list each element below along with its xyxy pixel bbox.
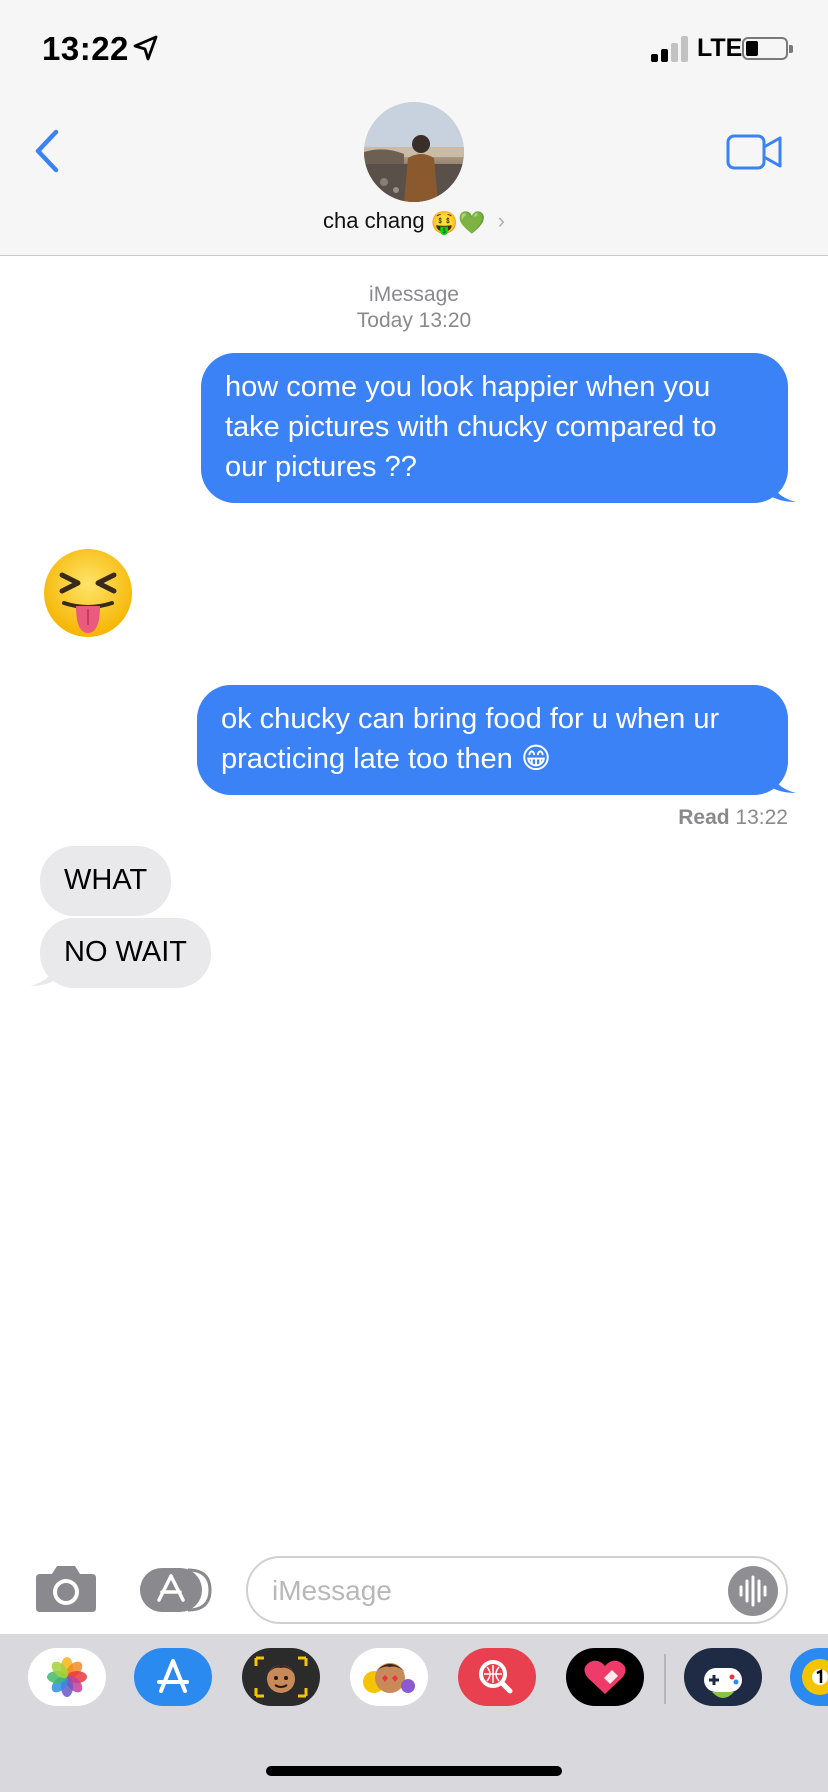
message-text: WHAT <box>64 864 148 896</box>
contact-avatar[interactable] <box>364 102 464 202</box>
battery-icon <box>742 37 793 60</box>
read-receipt: Read 13:22 <box>678 806 788 830</box>
imessage-app-drawer <box>0 1634 828 1792</box>
memoji-stickers-icon[interactable] <box>350 1648 428 1706</box>
avatar-photo <box>364 102 464 202</box>
bubble-tail <box>768 474 796 502</box>
camera-icon[interactable] <box>34 1562 98 1614</box>
home-indicator <box>266 1766 562 1776</box>
read-time: 13:22 <box>735 806 788 829</box>
contact-emojis: 🤑💚 <box>430 211 486 236</box>
message-outgoing[interactable]: ok chucky can bring food for u when ur p… <box>197 685 788 795</box>
photos-icon[interactable] <box>28 1648 106 1706</box>
cellular-signal-icon <box>651 36 689 62</box>
app-store-icon[interactable] <box>134 1648 212 1706</box>
app-store-icon[interactable] <box>138 1566 214 1614</box>
game-pigeon-icon[interactable] <box>684 1648 762 1706</box>
bubble-tail <box>768 765 796 793</box>
service-label: iMessage <box>369 283 459 306</box>
message-outgoing[interactable]: how come you look happier when you take … <box>201 353 788 503</box>
memoji-camera-icon[interactable] <box>242 1648 320 1706</box>
location-arrow-icon <box>133 35 158 61</box>
drawer-divider <box>664 1654 666 1704</box>
message-incoming[interactable]: WHAT <box>40 846 172 916</box>
contact-name-row[interactable]: cha chang 🤑💚 › <box>0 208 828 236</box>
message-text: NO WAIT <box>64 936 187 968</box>
chevron-right-icon: › <box>497 208 505 233</box>
thread-timestamp: Today 13:20 <box>356 309 472 332</box>
squinting-tongue-emoji[interactable] <box>40 545 136 641</box>
back-chevron-icon[interactable] <box>28 126 68 176</box>
thread-meta: iMessage Today 13:20 <box>0 282 828 334</box>
image-search-icon[interactable] <box>458 1648 536 1706</box>
facetime-video-icon[interactable] <box>726 133 782 171</box>
status-time: 13:22 <box>42 30 129 67</box>
message-input[interactable] <box>272 1572 692 1610</box>
message-text: how come you look happier when you take … <box>225 371 717 483</box>
pool-game-icon[interactable] <box>790 1648 828 1706</box>
conversation-header: 13:22 LTE cha chang 🤑💚 › <box>0 0 828 256</box>
network-type: LTE <box>697 34 743 62</box>
audio-message-button[interactable] <box>728 1566 778 1616</box>
message-text: ok chucky can bring food for u when ur p… <box>221 703 720 775</box>
contact-name: cha chang <box>323 208 425 233</box>
read-label: Read <box>678 806 730 829</box>
bubble-tail <box>30 958 58 986</box>
digital-touch-icon[interactable] <box>566 1648 644 1706</box>
message-input-field[interactable] <box>246 1556 788 1624</box>
waveform-icon <box>739 1575 767 1607</box>
message-incoming[interactable]: NO WAIT <box>40 918 211 988</box>
